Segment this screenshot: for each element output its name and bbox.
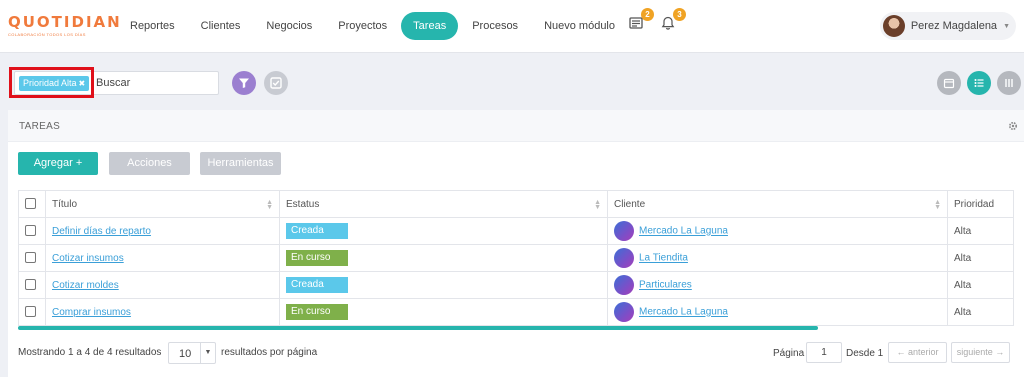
logo-text: QUOTIDIAN [8,13,122,31]
status-badge: En curso [286,250,348,266]
user-name: Perez Magdalena [910,20,998,32]
logo-tagline: COLABORACIÓN TODOS LOS DÍAS [8,32,86,37]
table-row[interactable]: Cotizar insumos En curso La Tiendita Alt… [18,244,1014,272]
actions-button[interactable]: Acciones [109,152,190,175]
nav-item-tareas[interactable]: Tareas [401,12,459,40]
results-summary: Mostrando 1 a 4 de 4 resultados [18,347,162,358]
funnel-icon [239,78,249,88]
messages-badge: 2 [641,8,654,21]
sort-icon[interactable]: ▲ ▼ [594,199,601,211]
page-of-label: Desde 1 [846,348,884,359]
status-badge: Creada [286,223,348,239]
search-input[interactable] [96,75,214,91]
row-checkbox[interactable] [25,306,36,318]
sort-icon[interactable]: ▲ ▼ [934,199,941,211]
select-button[interactable] [264,71,288,95]
task-title-link[interactable]: Cotizar moldes [52,280,119,291]
nav-item-clientes[interactable]: Clientes [189,12,253,40]
priority-cell: Alta [947,217,1014,245]
panel-title: TAREAS [19,121,61,132]
tasks-panel: TAREAS Agregar + Acciones Herramientas T… [8,110,1024,377]
client-avatar [614,302,634,322]
tools-button[interactable]: Herramientas [200,152,281,175]
nav-item-reportes[interactable]: Reportes [118,12,187,40]
bell-icon[interactable]: 3 [660,8,686,35]
nav-item-nuevo-modulo[interactable]: Nuevo módulo [532,12,627,40]
nav-item-procesos[interactable]: Procesos [460,12,530,40]
checkbox-icon [270,77,282,89]
task-title-link[interactable]: Cotizar insumos [52,253,124,264]
select-all-cell[interactable] [18,190,46,218]
page-size-select[interactable]: 10 ▼ [168,342,216,364]
row-checkbox[interactable] [25,252,36,264]
client-link[interactable]: Particulares [639,280,692,291]
chevron-down-icon: ▼ [1003,22,1010,30]
table-row[interactable]: Comprar insumos En curso Mercado La Lagu… [18,298,1014,326]
status-badge: Creada [286,277,348,293]
column-header-estatus[interactable]: Estatus ▲ ▼ [279,190,608,218]
nav-item-negocios[interactable]: Negocios [254,12,324,40]
client-link[interactable]: Mercado La Laguna [639,307,728,318]
table-row[interactable]: Definir días de reparto Creada Mercado L… [18,217,1014,245]
task-title-link[interactable]: Comprar insumos [52,307,131,318]
notifications-badge: 3 [673,8,686,21]
client-link[interactable]: Mercado La Laguna [639,226,728,237]
per-page-label: resultados por página [221,347,318,358]
user-menu[interactable]: Perez Magdalena ▼ [879,12,1016,40]
select-all-checkbox[interactable] [25,198,36,210]
highlight-box [9,67,94,98]
table-row[interactable]: Cotizar moldes Creada Particulares Alta [18,271,1014,299]
priority-cell: Alta [947,244,1014,272]
tasks-table: Título ▲ ▼ Estatus ▲ ▼ Cliente ▲ ▼ Prioridad D… [18,190,1014,326]
client-avatar [614,248,634,268]
next-page-button[interactable]: siguiente → [951,342,1010,363]
sort-icon[interactable]: ▲ ▼ [266,199,273,211]
prev-page-button[interactable]: ← anterior [888,342,947,363]
priority-cell: Alta [947,271,1014,299]
chevron-down-icon: ▼ [200,343,215,363]
page-input[interactable]: 1 [806,342,842,363]
column-header-cliente[interactable]: Cliente ▲ ▼ [607,190,948,218]
calendar-icon [943,78,955,89]
status-badge: En curso [286,304,348,320]
board-view-button[interactable] [997,71,1021,95]
avatar [882,15,905,37]
list-view-button[interactable] [967,71,991,95]
client-avatar [614,221,634,241]
column-header-titulo[interactable]: Título ▲ ▼ [45,190,280,218]
priority-cell: Alta [947,298,1014,326]
row-checkbox[interactable] [25,279,36,291]
page-size-value: 10 [179,348,192,360]
panel-header: TAREAS [8,110,1024,142]
logo[interactable]: QUOTIDIAN COLABORACIÓN TODOS LOS DÍAS [8,13,122,37]
top-navbar: QUOTIDIAN COLABORACIÓN TODOS LOS DÍAS Re… [0,0,1024,53]
nav-item-proyectos[interactable]: Proyectos [326,12,399,40]
row-checkbox[interactable] [25,225,36,237]
client-avatar [614,275,634,295]
client-link[interactable]: La Tiendita [639,253,688,264]
columns-icon [1005,79,1013,87]
main-nav: Reportes Clientes Negocios Proyectos Tar… [118,12,629,40]
calendar-view-button[interactable] [937,71,961,95]
add-task-button[interactable]: Agregar + [18,152,98,175]
list-icon [974,79,984,87]
filter-button[interactable] [232,71,256,95]
page-label: Página [773,348,805,359]
horizontal-scrollbar[interactable] [18,326,818,330]
table-header-row: Título ▲ ▼ Estatus ▲ ▼ Cliente ▲ ▼ Prioridad [18,190,1014,218]
gear-icon[interactable] [1008,121,1018,131]
messages-icon[interactable]: 2 [628,8,654,35]
column-header-prioridad[interactable]: Prioridad [947,190,1014,218]
task-title-link[interactable]: Definir días de reparto [52,226,151,237]
